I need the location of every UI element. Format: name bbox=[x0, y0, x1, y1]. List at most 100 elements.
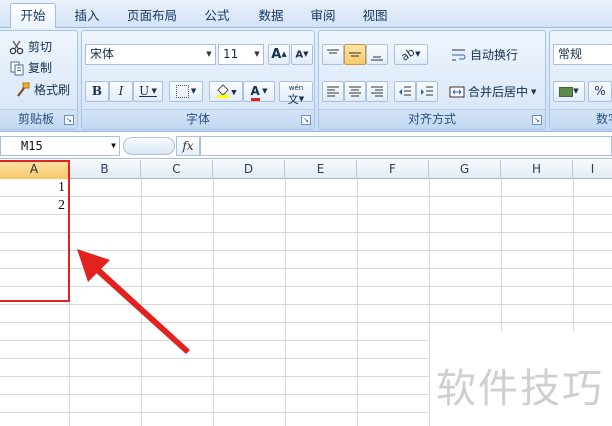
wrap-text-button[interactable]: 自动换行 bbox=[451, 46, 518, 63]
chevron-down-icon: ▼ bbox=[188, 87, 197, 95]
align-middle-icon bbox=[349, 52, 361, 57]
align-bottom-icon bbox=[371, 56, 383, 61]
tab-formulas[interactable]: 公式 bbox=[194, 5, 240, 28]
insert-function-button[interactable]: fx bbox=[176, 136, 200, 156]
bold-button[interactable]: B bbox=[85, 81, 109, 102]
grow-font-button[interactable]: A▲ bbox=[268, 44, 290, 65]
name-box-value: M15 bbox=[21, 139, 43, 153]
text-orientation-icon: ab bbox=[398, 45, 418, 64]
column-header-row: A B C D E F G H I bbox=[0, 160, 612, 179]
fill-color-button[interactable]: ▼ bbox=[209, 81, 243, 102]
font-size-box[interactable]: 11 ▼ bbox=[218, 44, 264, 65]
chevron-down-icon: ▼ bbox=[206, 50, 212, 58]
borders-button[interactable]: ▼ bbox=[169, 81, 203, 102]
shrink-font-label: A bbox=[295, 49, 304, 61]
format-painter-label: 格式刷 bbox=[34, 83, 71, 97]
number-format-value: 常规 bbox=[558, 47, 583, 61]
orientation-button[interactable]: ab▼ bbox=[394, 44, 428, 65]
font-name-box[interactable]: 宋体 ▼ bbox=[85, 44, 216, 65]
font-color-label: A bbox=[250, 85, 260, 101]
cut-label: 剪切 bbox=[28, 40, 53, 54]
chevron-down-icon: ▼ bbox=[573, 87, 579, 95]
shrink-font-button[interactable]: A▼ bbox=[291, 44, 313, 65]
accounting-format-button[interactable]: ▼ bbox=[553, 81, 585, 102]
copy-button[interactable]: 复制 bbox=[9, 59, 52, 76]
wrap-text-label: 自动换行 bbox=[470, 48, 519, 62]
align-center-button[interactable] bbox=[344, 81, 366, 102]
alignment-group: ab▼ 自动换行 合并后居中 ▼ 对齐方式 ↘ bbox=[318, 30, 546, 130]
chevron-down-icon: ▼ bbox=[259, 87, 268, 95]
percent-style-button[interactable]: % bbox=[588, 81, 612, 102]
column-header-i[interactable]: I bbox=[573, 160, 612, 179]
tab-home[interactable]: 开始 bbox=[10, 3, 56, 29]
alignment-group-label: 对齐方式 bbox=[319, 109, 545, 129]
bottom-align-button[interactable] bbox=[366, 44, 388, 65]
cut-button[interactable]: 剪切 bbox=[9, 38, 52, 55]
increase-indent-button[interactable] bbox=[416, 81, 438, 102]
chevron-down-icon: ▼ bbox=[531, 87, 537, 96]
watermark-text: 软件技巧 bbox=[436, 366, 604, 412]
decrease-indent-button[interactable] bbox=[394, 81, 416, 102]
tab-view[interactable]: 视图 bbox=[352, 5, 398, 28]
increase-indent-icon bbox=[421, 86, 433, 96]
ribbon: 剪切 复制 格式刷 剪贴板 ↘ 宋体 ▼ 11 ▼ A▲ A▼ B I U ▼ … bbox=[0, 28, 612, 132]
column-header-b[interactable]: B bbox=[69, 160, 141, 179]
tab-page-layout[interactable]: 页面布局 bbox=[116, 5, 188, 28]
align-top-icon bbox=[327, 49, 339, 54]
tab-insert[interactable]: 插入 bbox=[64, 5, 110, 28]
column-header-g[interactable]: G bbox=[429, 160, 501, 179]
grow-font-label: A bbox=[271, 47, 282, 62]
top-align-button[interactable] bbox=[322, 44, 344, 65]
chevron-down-icon: ▼ bbox=[111, 141, 116, 150]
up-arrow-icon: ▲ bbox=[281, 50, 287, 58]
align-left-button[interactable] bbox=[322, 81, 344, 102]
formula-input[interactable] bbox=[200, 136, 612, 156]
column-header-h[interactable]: H bbox=[501, 160, 573, 179]
paint-bucket-icon bbox=[215, 82, 231, 104]
merge-center-label: 合并后居中 bbox=[468, 85, 529, 99]
font-group-label: 字体 bbox=[82, 109, 314, 129]
merge-center-button[interactable]: 合并后居中 ▼ bbox=[449, 83, 536, 100]
font-size-value: 11 bbox=[223, 47, 239, 61]
align-center-icon bbox=[349, 86, 361, 97]
clipboard-group: 剪切 复制 格式刷 剪贴板 ↘ bbox=[0, 30, 78, 130]
formula-bar-splitter[interactable] bbox=[123, 137, 175, 155]
middle-align-button[interactable] bbox=[344, 44, 366, 65]
underline-label: U bbox=[139, 84, 150, 98]
copy-label: 复制 bbox=[28, 61, 53, 75]
chevron-down-icon: ▼ bbox=[149, 87, 157, 95]
align-right-button[interactable] bbox=[366, 81, 388, 102]
phonetic-guide-button[interactable]: wén 文▼ bbox=[279, 81, 313, 105]
font-group: 宋体 ▼ 11 ▼ A▲ A▼ B I U ▼ ▼ ▼ A ▼ wén 文▼ 字… bbox=[81, 30, 315, 130]
underline-button[interactable]: U ▼ bbox=[133, 81, 163, 102]
chevron-down-icon: ▼ bbox=[231, 88, 237, 97]
column-header-d[interactable]: D bbox=[213, 160, 285, 179]
chevron-down-icon: ▼ bbox=[254, 50, 260, 58]
scissors-icon bbox=[9, 39, 25, 55]
column-header-f[interactable]: F bbox=[357, 160, 429, 179]
font-dialog-launcher-icon[interactable]: ↘ bbox=[301, 115, 311, 125]
tab-data[interactable]: 数据 bbox=[248, 5, 294, 28]
phonetic-label: 文 bbox=[287, 93, 299, 106]
alignment-dialog-launcher-icon[interactable]: ↘ bbox=[532, 115, 542, 125]
align-right-icon bbox=[371, 86, 383, 97]
align-left-icon bbox=[327, 86, 339, 97]
number-format-box[interactable]: 常规 bbox=[553, 44, 612, 65]
decrease-indent-icon bbox=[399, 86, 411, 96]
name-box[interactable]: M15 ▼ bbox=[0, 136, 120, 156]
wrap-text-icon bbox=[451, 47, 467, 63]
format-painter-button[interactable]: 格式刷 bbox=[15, 81, 70, 98]
ribbon-tab-bar: 开始 插入 页面布局 公式 数据 审阅 视图 bbox=[0, 0, 612, 29]
number-group-label: 数字 bbox=[550, 109, 612, 129]
copy-icon bbox=[9, 60, 25, 76]
column-header-c[interactable]: C bbox=[141, 160, 213, 179]
highlight-box bbox=[0, 160, 70, 302]
italic-button[interactable]: I bbox=[109, 81, 133, 102]
column-header-e[interactable]: E bbox=[285, 160, 357, 179]
paintbrush-icon bbox=[15, 82, 31, 98]
tab-review[interactable]: 审阅 bbox=[300, 5, 346, 28]
font-color-button[interactable]: A ▼ bbox=[243, 81, 275, 102]
clipboard-dialog-launcher-icon[interactable]: ↘ bbox=[64, 115, 74, 125]
merge-cells-icon bbox=[449, 84, 465, 100]
borders-icon bbox=[175, 85, 189, 98]
